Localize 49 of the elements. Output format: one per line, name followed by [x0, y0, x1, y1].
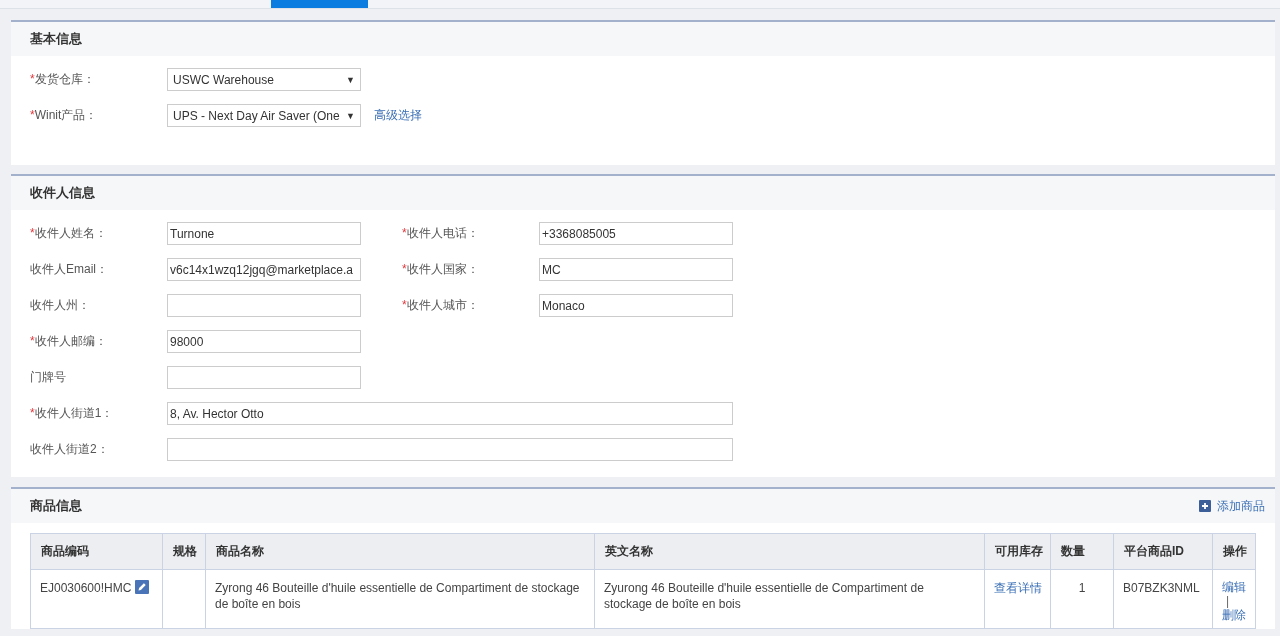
- table-cell: B07BZK3NML: [1113, 569, 1213, 629]
- text-input[interactable]: [167, 438, 733, 461]
- table-cell: Zyrong 46 Bouteille d'huile essentielle de Compartiment de stockage de boîte en bois: [205, 569, 595, 629]
- add-product-button[interactable]: 添加商品: [1199, 497, 1265, 515]
- column-header: 操作: [1212, 533, 1256, 570]
- text-input[interactable]: [167, 294, 361, 317]
- column-header: 英文名称: [594, 533, 985, 570]
- field-label: 门牌号: [30, 370, 66, 384]
- field-label: *收件人城市：: [402, 298, 479, 312]
- text-input[interactable]: MC: [539, 258, 733, 281]
- column-header: 商品编码: [30, 533, 163, 570]
- text-input[interactable]: 8, Av. Hector Otto: [167, 402, 733, 425]
- plus-square-icon: [1199, 500, 1211, 512]
- column-header: 平台商品ID: [1113, 533, 1213, 570]
- action-link[interactable]: 编辑: [1222, 580, 1246, 594]
- field-label: *收件人街道1：: [30, 406, 114, 420]
- table-cell: EJ0030600!HMC: [30, 569, 163, 629]
- advanced-select-link[interactable]: 高级选择: [374, 107, 422, 124]
- field-label: 收件人街道2：: [30, 442, 109, 456]
- column-header: 规格: [162, 533, 206, 570]
- section-title: 收件人信息: [30, 184, 95, 202]
- column-header: 商品名称: [205, 533, 595, 570]
- text-input[interactable]: [167, 366, 361, 389]
- column-header: 数量: [1050, 533, 1114, 570]
- text-input[interactable]: v6c14x1wzq12jgq@marketplace.a: [167, 258, 361, 281]
- field-label: *收件人邮编：: [30, 334, 107, 348]
- section-title: 基本信息: [30, 30, 82, 48]
- field-label: 收件人州：: [30, 298, 90, 312]
- table-cell: Zyurong 46 Bouteille d'huile essentielle de Compartiment de stockage de boîte en bois: [594, 569, 985, 629]
- field-label: *发货仓库：: [30, 72, 95, 86]
- text-input[interactable]: Monaco: [539, 294, 733, 317]
- field-label: *收件人姓名：: [30, 226, 107, 240]
- section-title: 商品信息: [30, 497, 82, 515]
- text-input[interactable]: 98000: [167, 330, 361, 353]
- dropdown-select[interactable]: UPS - Next Day Air Saver (One ▼: [167, 104, 361, 127]
- column-header: 可用库存: [984, 533, 1051, 570]
- active-tab-indicator[interactable]: [271, 0, 368, 8]
- view-details-link[interactable]: 查看详情: [994, 581, 1042, 595]
- text-input[interactable]: Turnone: [167, 222, 361, 245]
- field-label: 收件人Email：: [30, 262, 108, 276]
- dropdown-select[interactable]: USWC Warehouse ▼: [167, 68, 361, 91]
- separator: |: [1225, 594, 1230, 608]
- edit-icon[interactable]: [134, 580, 149, 594]
- field-label: *Winit产品：: [30, 108, 98, 122]
- field-label: *收件人电话：: [402, 226, 479, 240]
- action-link[interactable]: 删除: [1222, 608, 1246, 622]
- table-cell: 1: [1050, 569, 1114, 629]
- text-input[interactable]: +3368085005: [539, 222, 733, 245]
- field-label: *收件人国家：: [402, 262, 479, 276]
